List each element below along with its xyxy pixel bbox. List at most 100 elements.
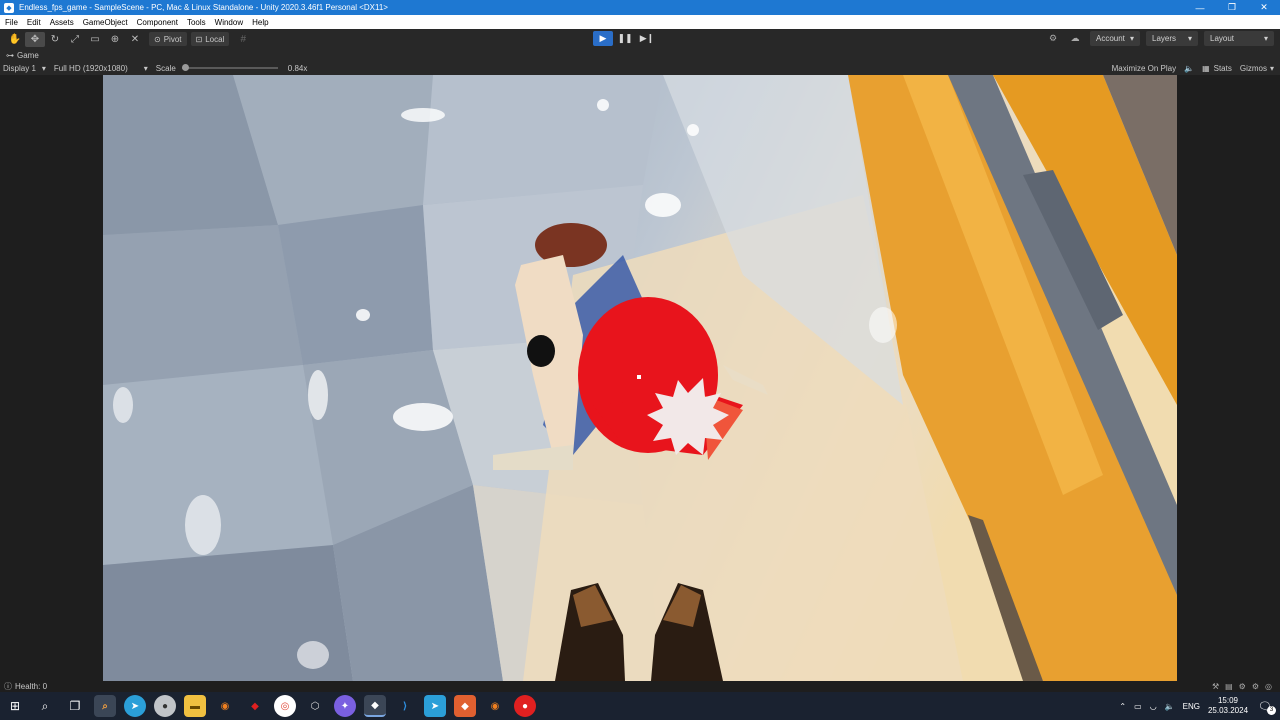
local-label: Local bbox=[205, 34, 225, 44]
snow-patch bbox=[401, 108, 445, 122]
unity-hub-icon[interactable]: ⬡ bbox=[304, 695, 326, 717]
app-icon[interactable]: ● bbox=[154, 695, 176, 717]
transform-tools: ✋ ✥ ↻ ⤢ ▭ ⊕ ✕ bbox=[5, 31, 145, 47]
notification-icon[interactable]: 🗨 3 bbox=[1258, 700, 1276, 715]
app-icon[interactable]: ✦ bbox=[334, 695, 356, 717]
snow-patch bbox=[645, 193, 681, 217]
git-icon[interactable]: ◆ bbox=[454, 695, 476, 717]
game-scene-render bbox=[103, 75, 1177, 681]
blender-icon[interactable]: ◉ bbox=[214, 695, 236, 717]
step-button[interactable]: ▶❙ bbox=[637, 31, 657, 46]
wifi-icon[interactable]: ◡ bbox=[1150, 702, 1157, 711]
snow-patch bbox=[687, 124, 699, 136]
file-explorer-icon[interactable]: ▬ bbox=[184, 695, 206, 717]
local-icon: ⊡ bbox=[195, 34, 203, 44]
system-tray: ⌃ ▭ ◡ 🔈 ENG 15:09 25.03.2024 🗨 3 bbox=[1119, 692, 1280, 720]
tab-game-label: Game bbox=[17, 50, 39, 60]
tab-bar: ⊶ Game bbox=[0, 49, 1280, 61]
search-app-icon[interactable]: ⌕ bbox=[94, 695, 116, 717]
recorder-icon[interactable]: ● bbox=[514, 695, 536, 717]
vscode-icon[interactable]: ⟩ bbox=[394, 695, 416, 717]
enemy-hand-dark bbox=[527, 335, 555, 367]
stats-toggle[interactable]: Stats bbox=[1214, 64, 1232, 73]
network-icon[interactable]: ▭ bbox=[1134, 702, 1142, 711]
menu-file[interactable]: File bbox=[5, 18, 18, 27]
scale-slider[interactable] bbox=[181, 64, 278, 71]
cache-icon[interactable]: ◎ bbox=[1265, 682, 1272, 691]
unity-editor-icon[interactable]: ◆ bbox=[364, 695, 386, 717]
snow-patch bbox=[597, 99, 609, 111]
grid-snap-icon[interactable]: # bbox=[233, 32, 253, 47]
blender-icon[interactable]: ◉ bbox=[484, 695, 506, 717]
scale-control: Scale 0.84x bbox=[156, 64, 308, 73]
floor-tile bbox=[278, 205, 433, 365]
maximize-button[interactable]: ❐ bbox=[1216, 0, 1248, 15]
rotate-tool-icon[interactable]: ↻ bbox=[45, 32, 65, 47]
menu-edit[interactable]: Edit bbox=[27, 18, 41, 27]
clock-time: 15:09 bbox=[1217, 696, 1239, 705]
language-indicator[interactable]: ENG bbox=[1183, 702, 1200, 711]
menu-assets[interactable]: Assets bbox=[50, 18, 74, 27]
task-view-icon[interactable]: ❐ bbox=[60, 692, 90, 720]
volume-icon[interactable]: 🔈 bbox=[1165, 702, 1175, 711]
layers-dropdown[interactable]: Layers ▾ bbox=[1146, 31, 1198, 46]
layout-label: Layout bbox=[1210, 34, 1235, 43]
scale-tool-icon[interactable]: ⤢ bbox=[65, 32, 85, 47]
hand-tool-icon[interactable]: ✋ bbox=[5, 32, 25, 47]
minimize-button[interactable]: — bbox=[1184, 0, 1216, 15]
resolution-label: Full HD (1920x1080) bbox=[53, 63, 128, 73]
local-toggle[interactable]: ⊡ Local bbox=[190, 32, 230, 46]
status-icons: ⚒ ▤ ⚙ ⚙ ◎ bbox=[1206, 682, 1272, 691]
custom-tool-icon[interactable]: ✕ bbox=[125, 32, 145, 47]
menu-gameobject[interactable]: GameObject bbox=[83, 18, 128, 27]
scale-slider-knob[interactable] bbox=[181, 64, 189, 71]
cloud-icon[interactable]: ☁ bbox=[1066, 31, 1084, 46]
settings-icon[interactable]: ⚙ bbox=[1252, 682, 1259, 691]
clock[interactable]: 15:09 25.03.2024 bbox=[1208, 696, 1248, 716]
resolution-dropdown[interactable]: Full HD (1920x1080) ▾ bbox=[54, 64, 148, 73]
game-view-render[interactable] bbox=[103, 75, 1177, 681]
gizmos-toggle[interactable]: Gizmos bbox=[1240, 64, 1267, 73]
snow-patch bbox=[308, 370, 328, 420]
menu-tools[interactable]: Tools bbox=[187, 18, 206, 27]
mute-audio-icon[interactable]: 🔈 bbox=[1184, 64, 1194, 73]
collab-icon[interactable]: ⚙ bbox=[1044, 31, 1062, 46]
telegram-icon[interactable]: ➤ bbox=[424, 695, 446, 717]
maximize-on-play-toggle[interactable]: Maximize On Play bbox=[1112, 64, 1176, 73]
menu-window[interactable]: Window bbox=[215, 18, 243, 27]
crosshair bbox=[637, 375, 641, 379]
close-button[interactable]: ✕ bbox=[1248, 0, 1280, 15]
windows-start-icon[interactable]: ⊞ bbox=[0, 692, 30, 720]
game-controller-icon: ⊶ bbox=[6, 50, 14, 60]
chevron-down-icon: ▾ bbox=[143, 63, 148, 73]
status-bar: ⓘ Health: 0 ⚒ ▤ ⚙ ⚙ ◎ bbox=[0, 681, 1280, 692]
search-icon[interactable]: ⌕ bbox=[30, 692, 60, 720]
progress-icon[interactable]: ▤ bbox=[1225, 682, 1233, 691]
chevron-up-icon[interactable]: ⌃ bbox=[1119, 702, 1126, 711]
tab-game[interactable]: ⊶ Game bbox=[6, 51, 39, 60]
window-title: Endless_fps_game - SampleScene - PC, Mac… bbox=[19, 3, 388, 12]
pivot-toggle[interactable]: ⊙ Pivot bbox=[149, 32, 187, 46]
debug-icon[interactable]: ⚙ bbox=[1239, 682, 1246, 691]
pause-button[interactable]: ❚❚ bbox=[615, 31, 635, 46]
menu-help[interactable]: Help bbox=[252, 18, 268, 27]
snow-patch bbox=[185, 495, 221, 555]
move-tool-icon[interactable]: ✥ bbox=[25, 31, 45, 47]
play-button[interactable]: ▶ bbox=[593, 31, 613, 46]
account-dropdown[interactable]: Account ▾ bbox=[1090, 31, 1140, 46]
layout-dropdown[interactable]: Layout ▾ bbox=[1204, 31, 1274, 46]
layers-label: Layers bbox=[1152, 34, 1177, 43]
telegram-icon[interactable]: ➤ bbox=[124, 695, 146, 717]
chevron-down-icon[interactable]: ▾ bbox=[1270, 64, 1274, 73]
menu-component[interactable]: Component bbox=[137, 18, 178, 27]
chrome-icon[interactable]: ◎ bbox=[274, 695, 296, 717]
display-dropdown[interactable]: Display 1 ▾ bbox=[3, 64, 46, 73]
clock-date: 25.03.2024 bbox=[1207, 706, 1249, 715]
rect-tool-icon[interactable]: ▭ bbox=[85, 32, 105, 47]
status-message[interactable]: Health: 0 bbox=[15, 682, 47, 691]
collab-status-icon[interactable]: ⚒ bbox=[1212, 682, 1219, 691]
winrar-icon[interactable]: ◆ bbox=[244, 695, 266, 717]
transform-tool-icon[interactable]: ⊕ bbox=[105, 32, 125, 47]
info-icon: ⓘ bbox=[4, 682, 12, 691]
unity-logo-icon: ◆ bbox=[4, 2, 14, 13]
